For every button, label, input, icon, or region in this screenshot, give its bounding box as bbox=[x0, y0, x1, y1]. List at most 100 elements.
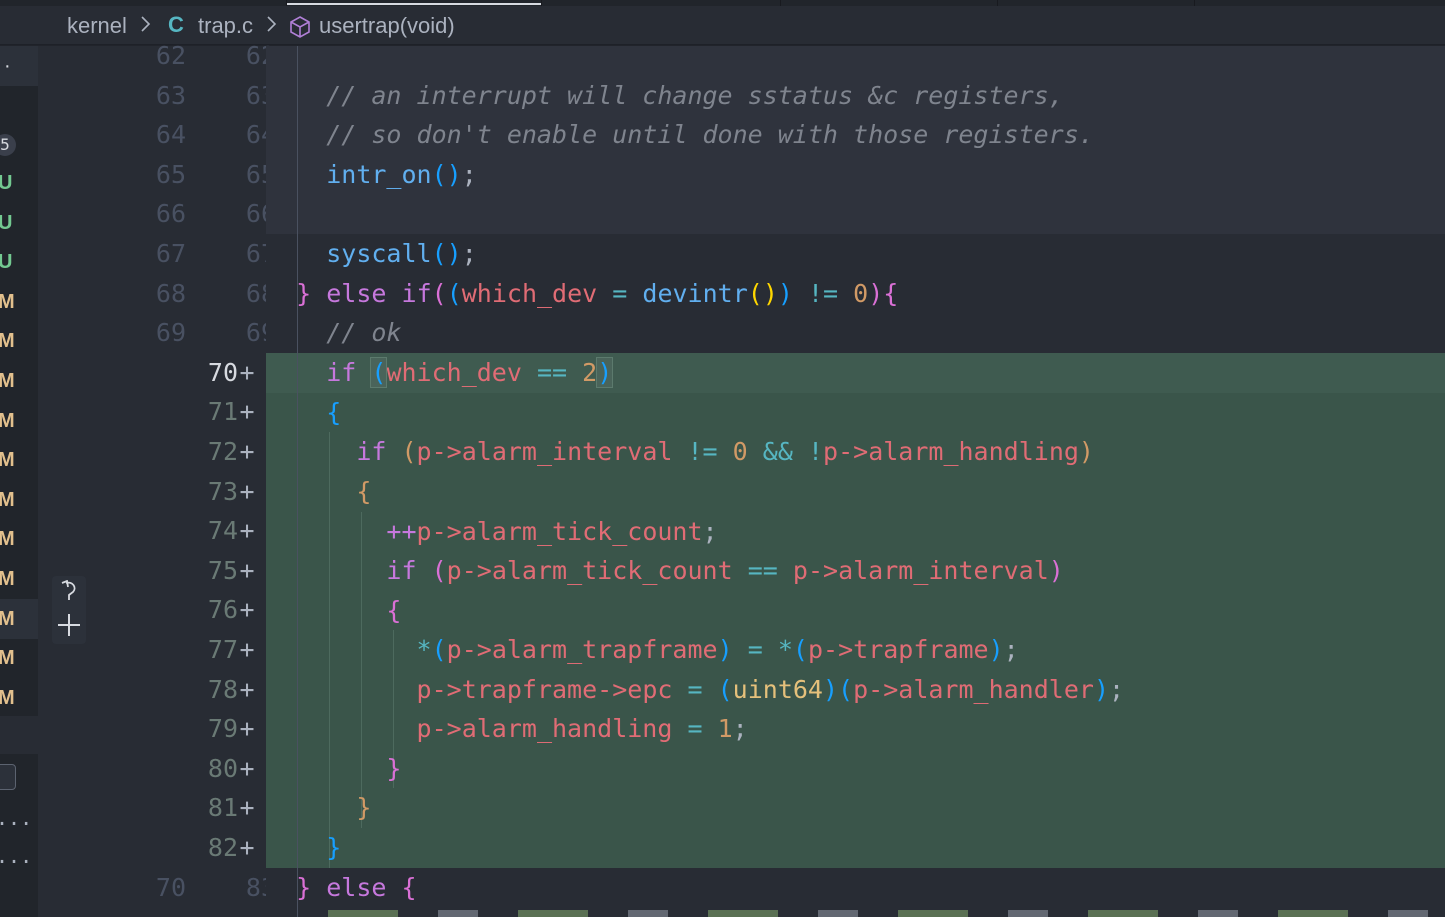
chevron-right-icon bbox=[267, 16, 277, 32]
git-status-letter: U bbox=[0, 172, 13, 194]
scm-file-item[interactable]: M bbox=[0, 678, 38, 718]
original-line-number: 69 bbox=[155, 318, 186, 348]
scm-file-item[interactable]: M bbox=[0, 401, 38, 441]
added-line-marker: + bbox=[239, 714, 255, 744]
git-status-letter: M bbox=[0, 290, 15, 313]
original-line-number: 64 bbox=[155, 120, 186, 150]
git-status-letter: U bbox=[0, 211, 13, 234]
git-status-letter: U bbox=[0, 251, 13, 274]
code-line-81: } bbox=[356, 793, 372, 822]
git-status-letter: M bbox=[0, 528, 15, 551]
code-line-80: } bbox=[386, 754, 402, 783]
git-status-letter: M bbox=[0, 409, 15, 432]
modified-line-number: 76 bbox=[207, 595, 238, 625]
scm-file-item[interactable]: M bbox=[0, 638, 38, 678]
variable: p bbox=[416, 714, 432, 743]
original-line-number: 68 bbox=[155, 278, 186, 308]
scm-file-item[interactable]: M bbox=[0, 559, 38, 599]
inline-diff-actions bbox=[52, 576, 86, 644]
variable: p bbox=[416, 517, 432, 546]
scm-file-item[interactable]: M bbox=[0, 519, 38, 559]
code-line-67: syscall(); bbox=[326, 239, 477, 268]
scm-file-item[interactable]: M bbox=[0, 440, 38, 480]
keyword: if bbox=[401, 279, 432, 308]
git-status-letter: M bbox=[0, 370, 15, 392]
scm-file-item[interactable]: U bbox=[0, 163, 38, 203]
git-status-letter: M bbox=[0, 330, 15, 353]
variable: p bbox=[823, 437, 839, 466]
modified-line-number: 70 bbox=[207, 357, 238, 387]
code-line-84-partial bbox=[328, 910, 1428, 917]
added-line-marker: + bbox=[239, 357, 255, 387]
variable: p bbox=[853, 675, 869, 704]
scm-file-item[interactable]: M bbox=[0, 361, 38, 401]
code-line-72: if (p->alarm_interval != 0 && !p->alarm_… bbox=[356, 437, 1094, 466]
scm-file-item[interactable]: · bbox=[0, 46, 38, 86]
member: alarm_tick_count bbox=[491, 556, 733, 585]
scm-file-item[interactable]: M bbox=[0, 321, 38, 361]
member: trapframe bbox=[853, 635, 989, 664]
variable: p bbox=[807, 635, 824, 664]
code-comment: // so don't enable until done with those… bbox=[326, 120, 1094, 149]
git-status-letter: M bbox=[0, 568, 15, 590]
keyword: if bbox=[386, 556, 417, 585]
code-line-64: // so don't enable until done with those… bbox=[266, 115, 1094, 155]
code-line-70: if (which_dev == 2) bbox=[326, 357, 614, 388]
code-line-74: ++p->alarm_tick_count; bbox=[386, 517, 718, 546]
function-name: intr_on bbox=[326, 160, 432, 189]
code-comment: // an interrupt will change sstatus &c r… bbox=[326, 81, 1064, 110]
original-line-number: 63 bbox=[155, 80, 186, 110]
code-comment: // ok bbox=[326, 318, 402, 347]
modified-line-number: 75 bbox=[207, 555, 238, 585]
modified-line-number: 82 bbox=[207, 833, 238, 862]
scm-file-item[interactable]: U bbox=[0, 242, 38, 282]
modified-line-number: 72 bbox=[207, 437, 238, 466]
code-line-77: *(p->alarm_trapframe) = *(p->trapframe); bbox=[416, 635, 1019, 664]
modified-line-number: 66 bbox=[245, 199, 276, 229]
code-editor[interactable]: // an interrupt will change sstatus &c r… bbox=[266, 46, 1445, 917]
breadcrumb-symbol[interactable]: usertrap(void) bbox=[319, 13, 455, 39]
number: 0 bbox=[853, 279, 869, 308]
modified-line-number: 71 bbox=[207, 397, 238, 427]
scm-file-list-strip: ·5UUUMMMMMMMMMMM...... bbox=[0, 46, 38, 917]
scm-file-item[interactable]: U bbox=[0, 203, 38, 243]
modified-line-number: 62 bbox=[245, 41, 276, 70]
cloud-icon[interactable] bbox=[0, 764, 16, 790]
git-status-letter: M bbox=[0, 449, 15, 472]
member: alarm_interval bbox=[461, 437, 673, 466]
ellipsis-text: ... bbox=[0, 806, 33, 830]
added-line-marker: + bbox=[239, 397, 255, 427]
active-tab-indicator[interactable] bbox=[287, 3, 541, 5]
scm-file-item[interactable]: M bbox=[0, 282, 38, 322]
added-line-marker: + bbox=[239, 595, 255, 625]
c-file-icon: C bbox=[168, 12, 184, 37]
original-line-number: 66 bbox=[155, 199, 186, 229]
stage-change-icon[interactable] bbox=[56, 612, 82, 638]
modified-line-number: 68 bbox=[245, 278, 276, 308]
original-line-number: 70 bbox=[155, 872, 186, 902]
code-line-79: p->alarm_handling = 1; bbox=[416, 714, 748, 743]
added-line-marker: + bbox=[239, 476, 255, 506]
modified-line-number: 63 bbox=[245, 80, 276, 110]
scm-file-item[interactable]: M bbox=[0, 480, 38, 520]
modified-line-number: 65 bbox=[245, 159, 276, 189]
modified-line-number: 73 bbox=[207, 476, 238, 506]
modified-line-number: 79 bbox=[207, 714, 238, 744]
added-lines-highlight bbox=[266, 353, 1445, 868]
changes-count-badge: 5 bbox=[0, 134, 16, 156]
revert-change-icon[interactable] bbox=[58, 580, 80, 606]
code-line-65: intr_on(); bbox=[326, 160, 477, 189]
dot-indicator: · bbox=[4, 55, 11, 77]
added-line-marker: + bbox=[239, 793, 255, 823]
code-line-76: { bbox=[386, 596, 402, 625]
keyword: if bbox=[356, 437, 387, 466]
section-divider bbox=[0, 716, 38, 754]
code-line-69: // ok bbox=[266, 313, 401, 353]
added-line-marker: + bbox=[239, 833, 255, 862]
code-line-78: p->trapframe->epc = (uint64)(p->alarm_ha… bbox=[416, 675, 1125, 704]
member: alarm_tick_count bbox=[461, 517, 703, 546]
ellipsis-text: ... bbox=[0, 844, 33, 868]
added-line-marker: + bbox=[239, 555, 255, 585]
scm-file-item[interactable]: M bbox=[0, 598, 38, 639]
variable: which_dev bbox=[386, 358, 522, 387]
